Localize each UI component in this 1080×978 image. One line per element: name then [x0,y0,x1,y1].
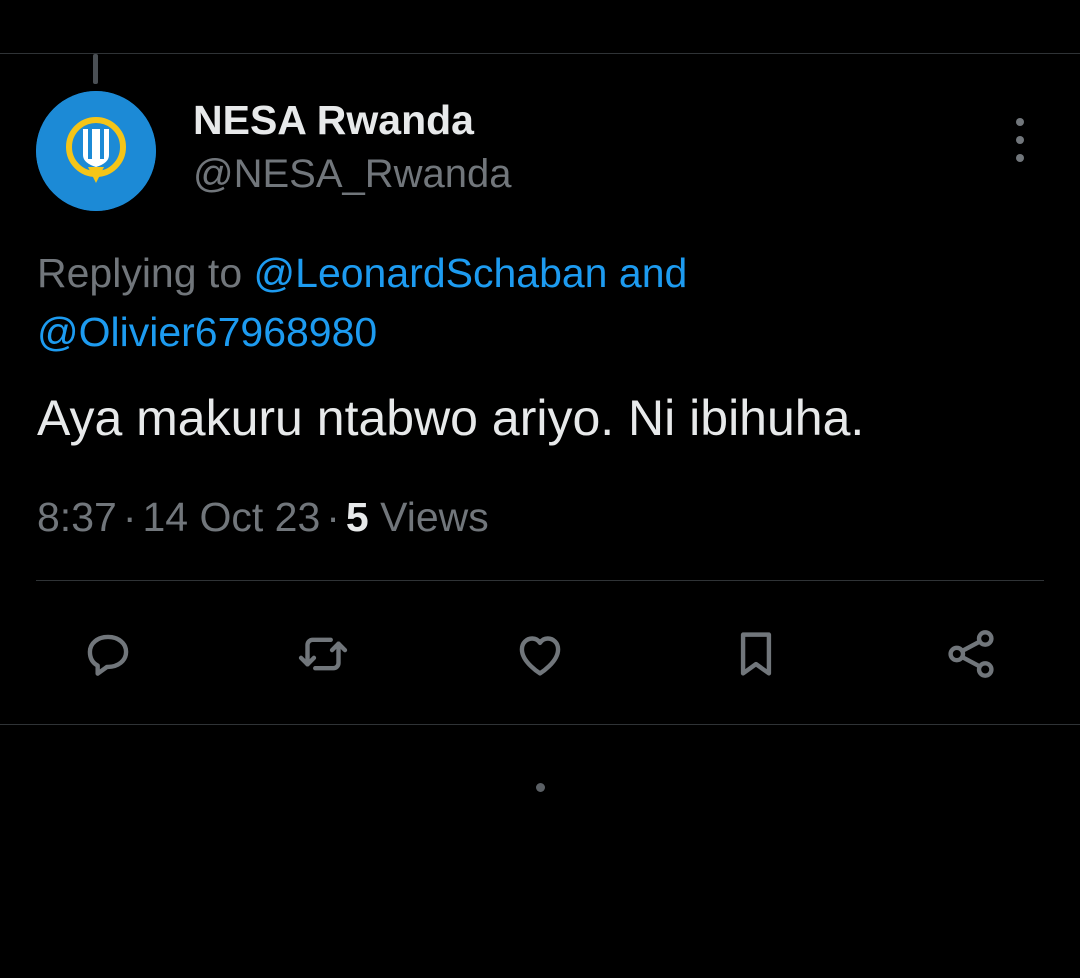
bookmark-icon [740,632,772,676]
more-options-button[interactable] [1002,118,1038,162]
thread-connector-line [93,54,98,84]
views-count[interactable]: 5 [346,494,369,540]
tweet-date[interactable]: 14 Oct 23 [142,494,320,540]
reply-button[interactable] [76,622,140,686]
actions-divider [36,580,1044,581]
more-dot-icon [1016,154,1024,162]
tweet-text: Aya makuru ntabwo ariyo. Ni ibihuha. [37,390,865,446]
share-icon [948,630,994,678]
more-dot-icon [1016,118,1024,126]
author-handle[interactable]: @NESA_Rwanda [193,152,512,197]
loading-indicator [536,783,545,792]
reply-icon [87,634,129,676]
tweet-detail-screen: NESA Rwanda @NESA_Rwanda Replying to @Le… [0,0,1080,978]
replying-prefix: Replying to [37,250,243,296]
top-divider [0,53,1080,54]
mention-link[interactable]: @Olivier67968980 [37,309,377,355]
meta-separator: · [122,494,137,540]
bookmark-button[interactable] [724,622,788,686]
share-button[interactable] [939,622,1003,686]
more-dot-icon [1016,136,1024,144]
nesa-logo-icon [36,91,156,211]
tweet-meta: 8:37 · 14 Oct 23 · 5 Views [37,494,489,541]
meta-separator: · [326,494,340,540]
mention-link[interactable]: @LeonardSchaban [254,250,608,296]
heart-icon [519,636,561,676]
avatar[interactable] [36,91,156,211]
bottom-divider [0,724,1080,725]
replying-joiner: and [618,250,688,296]
replying-to-line: Replying to @LeonardSchaban and @Olivier… [37,244,997,362]
retweet-icon [298,637,348,671]
like-button[interactable] [508,622,572,686]
author-display-name[interactable]: NESA Rwanda [193,97,474,144]
tweet-time[interactable]: 8:37 [37,494,117,540]
retweet-button[interactable] [291,622,355,686]
views-label[interactable]: Views [380,494,489,540]
